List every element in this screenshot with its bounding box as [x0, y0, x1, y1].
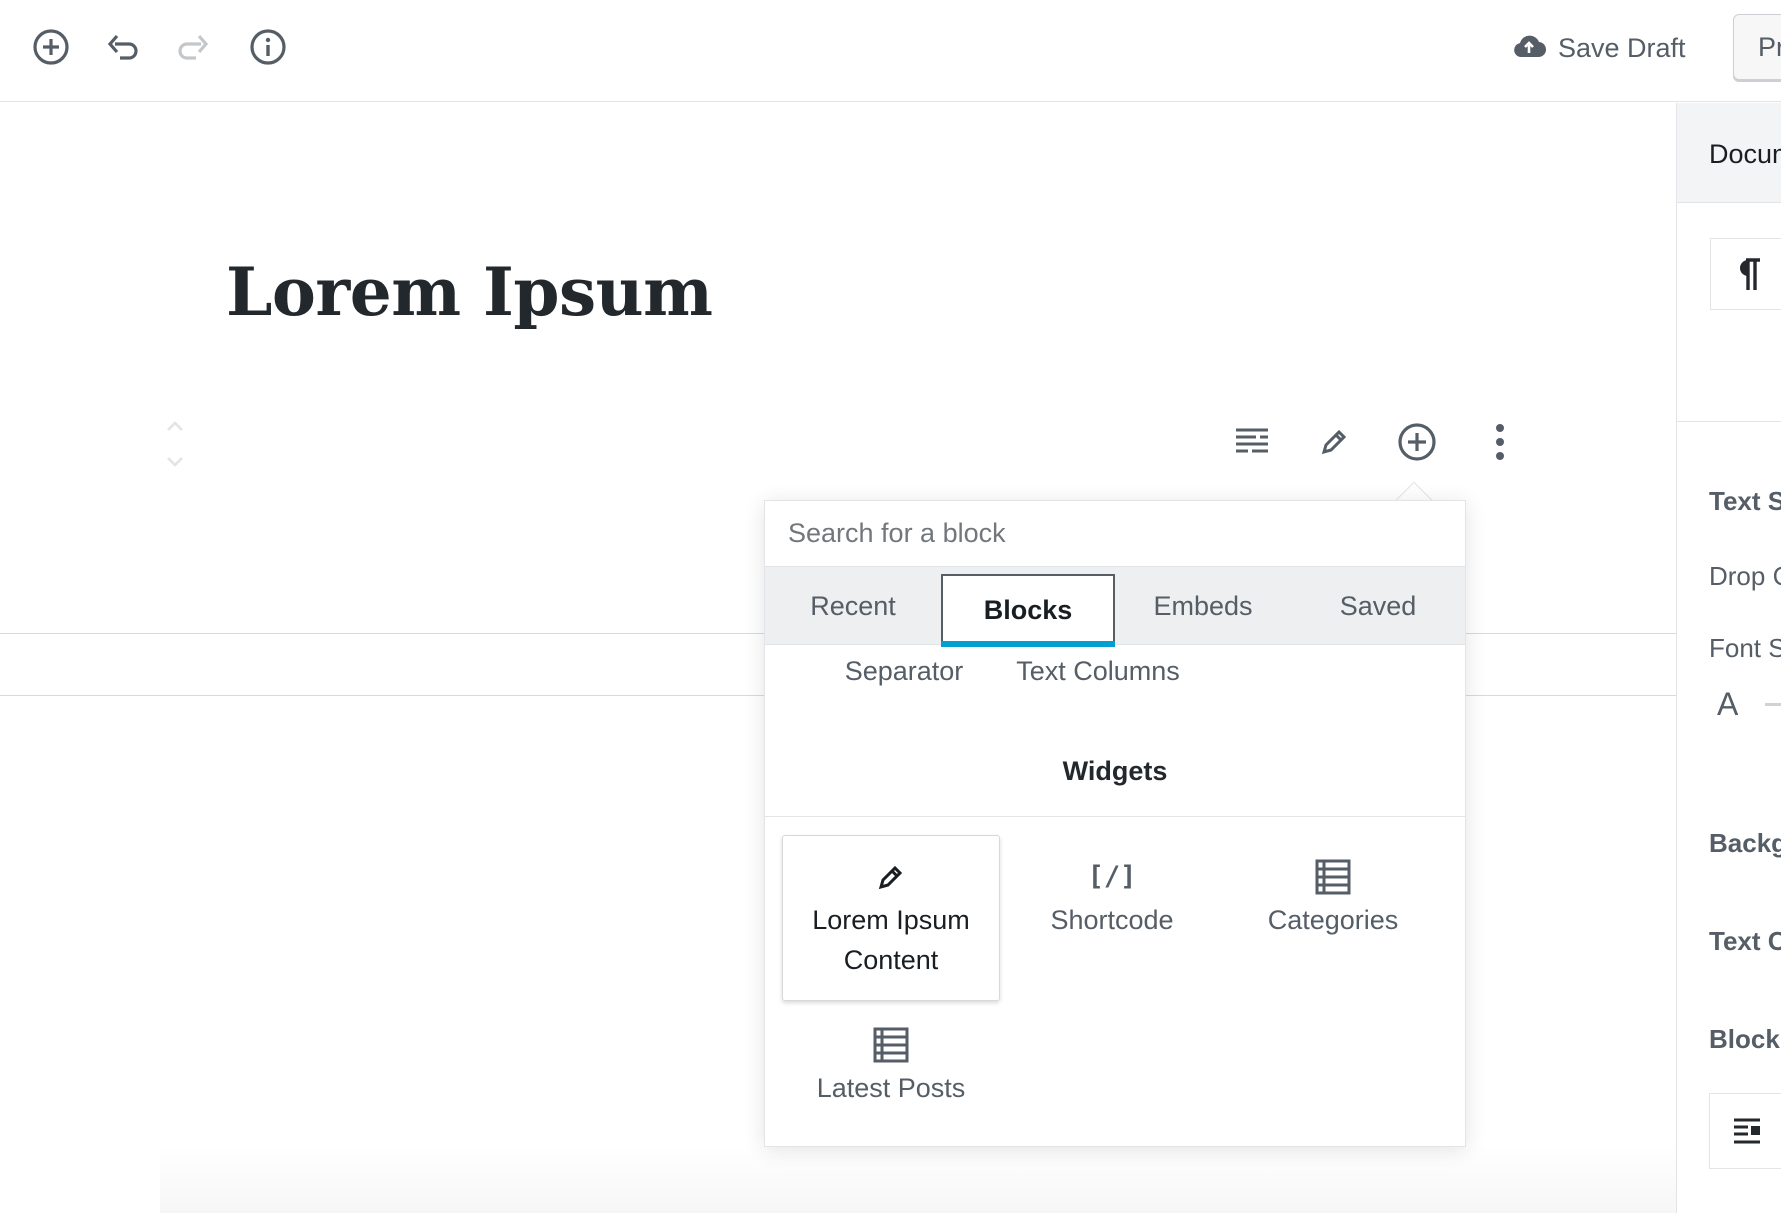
list-icon: [873, 1026, 909, 1064]
pencil-icon: [876, 858, 906, 896]
block-categories[interactable]: Categories: [1224, 835, 1442, 1001]
tab-saved[interactable]: Saved: [1291, 567, 1465, 645]
move-down-icon[interactable]: [162, 451, 188, 478]
info-icon[interactable]: [242, 21, 294, 73]
inserter-tabs: Recent Blocks Embeds Saved: [765, 567, 1465, 647]
tab-embeds[interactable]: Embeds: [1115, 567, 1291, 645]
edit-pencil-icon[interactable]: [1308, 416, 1360, 468]
font-size-slider[interactable]: [1765, 703, 1781, 706]
text-settings-heading[interactable]: Text S: [1709, 486, 1781, 517]
block-lorem-ipsum-content[interactable]: Lorem Ipsum Content: [782, 835, 1000, 1001]
inserter-panel: Separator Text Columns Widgets Lorem Ips…: [765, 646, 1465, 1146]
widgets-heading: Widgets: [1062, 756, 1168, 786]
settings-sidebar: Docum Text S Drop C Font S A Backg Text …: [1676, 103, 1781, 1213]
save-draft-label: Save Draft: [1558, 32, 1686, 63]
insert-block-icon[interactable]: [1391, 416, 1443, 468]
tab-recent[interactable]: Recent: [765, 567, 941, 645]
align-icon[interactable]: [1709, 1093, 1781, 1169]
font-size-label: Font S: [1709, 633, 1781, 663]
block-alignment-heading[interactable]: Block: [1709, 1024, 1780, 1055]
block-label: Lorem Ipsum: [812, 905, 970, 935]
editor-page: Save Draft Pr Lorem Ipsum Search for a b…: [0, 0, 1781, 1213]
font-size-small-glyph: A: [1717, 686, 1739, 722]
bottom-shadow: [160, 1143, 1676, 1213]
tab-document[interactable]: Docum: [1709, 139, 1781, 170]
post-title[interactable]: Lorem Ipsum: [226, 253, 713, 331]
text-color-heading[interactable]: Text C: [1709, 926, 1781, 957]
block-separator[interactable]: Separator: [803, 656, 1005, 687]
block-label: Categories: [1267, 905, 1399, 935]
sidebar-divider: [1677, 421, 1781, 422]
background-color-heading[interactable]: Backg: [1709, 828, 1781, 859]
redo-icon[interactable]: [168, 21, 220, 73]
paragraph-align-icon[interactable]: [1226, 416, 1278, 468]
block-search-input[interactable]: [765, 501, 1465, 567]
move-up-icon[interactable]: [162, 415, 188, 442]
editor-header: Save Draft Pr: [0, 0, 1781, 102]
undo-icon[interactable]: [96, 21, 148, 73]
widgets-divider: [765, 816, 1465, 817]
sidebar-tabs: Docum: [1677, 103, 1781, 203]
preview-button[interactable]: Pr: [1733, 14, 1781, 80]
more-options-icon[interactable]: [1474, 416, 1526, 468]
list-icon: [1315, 858, 1351, 896]
block-label: Latest Posts: [816, 1073, 966, 1103]
shortcode-icon: [/]: [1087, 861, 1137, 892]
cloud-upload-icon: [1512, 31, 1547, 66]
block-label: Shortcode: [1050, 905, 1174, 935]
block-inserter-popover: Recent Blocks Embeds Saved Separator Tex…: [764, 500, 1466, 1147]
paragraph-block-icon: [1710, 238, 1781, 310]
block-text-columns[interactable]: Text Columns: [997, 656, 1199, 687]
block-label-line2: Content: [843, 945, 939, 975]
block-mover: [162, 415, 188, 475]
save-draft-button[interactable]: Save Draft: [1512, 24, 1686, 72]
tab-blocks[interactable]: Blocks: [941, 574, 1115, 647]
preview-label: Pr: [1758, 31, 1781, 62]
block-shortcode[interactable]: [/] Shortcode: [1003, 835, 1221, 1001]
block-latest-posts[interactable]: Latest Posts: [782, 1003, 1000, 1146]
drop-cap-label: Drop C: [1709, 561, 1781, 591]
add-block-icon[interactable]: [25, 21, 77, 73]
